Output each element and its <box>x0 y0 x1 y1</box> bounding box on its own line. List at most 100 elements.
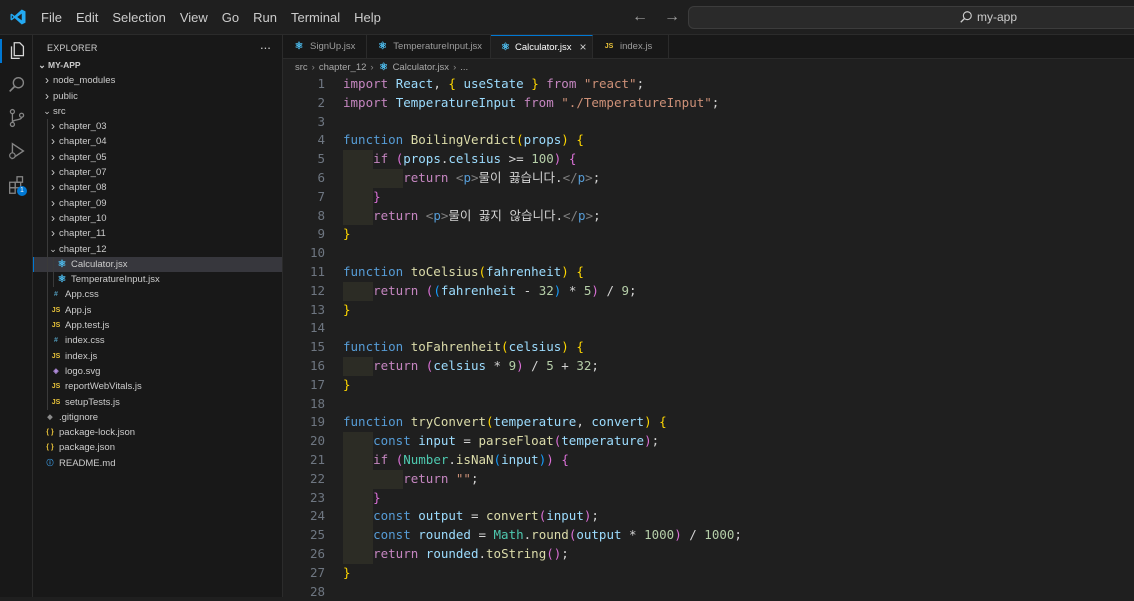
folder-item[interactable]: › chapter_07 <box>33 165 282 181</box>
tab-signup-jsx[interactable]: ⚛ SignUp.jsx <box>283 35 367 58</box>
code-token: convert <box>591 414 645 430</box>
folder-item[interactable]: › chapter_11 <box>33 226 282 242</box>
js-file-icon: JS <box>51 352 61 360</box>
workspace-root[interactable]: ⌄ MY-APP <box>33 58 282 73</box>
tab-calculator-jsx[interactable]: ⚛ Calculator.jsx × <box>491 35 593 58</box>
code-token: { <box>448 76 464 91</box>
folder-item[interactable]: › public <box>33 89 282 104</box>
file-item[interactable]: ◈ logo.svg <box>33 363 282 380</box>
source-control-icon[interactable] <box>6 107 28 129</box>
indent-guide <box>47 394 48 410</box>
search-icon <box>960 11 972 23</box>
code-token: } <box>343 226 351 242</box>
run-debug-icon[interactable] <box>6 140 28 162</box>
tab-index-js[interactable]: JS index.js <box>593 35 669 58</box>
chevron-right-icon: › <box>51 195 55 210</box>
close-icon[interactable]: × <box>579 40 586 54</box>
breadcrumb-symbol[interactable]: ... <box>460 62 468 73</box>
file-item[interactable]: JS App.test.js <box>33 318 282 334</box>
js-file-icon: JS <box>51 398 61 406</box>
code-line: 7 } <box>283 187 1134 207</box>
file-item[interactable]: # index.css <box>33 333 282 349</box>
line-number: 2 <box>317 94 325 110</box>
code-token: ; <box>591 508 599 524</box>
code-token: } <box>523 76 539 91</box>
folder-item[interactable]: › chapter_05 <box>33 149 282 166</box>
code-token: toFahrenheit <box>410 339 502 355</box>
breadcrumb-chapter[interactable]: chapter_12 <box>319 62 367 73</box>
folder-item[interactable]: › chapter_08 <box>33 180 282 196</box>
menu-terminal[interactable]: Terminal <box>284 0 347 35</box>
folder-item[interactable]: › chapter_04 <box>33 134 282 150</box>
code-editor[interactable]: 1 import React, { useState } from "react"… <box>283 74 1134 599</box>
code-token: isNaN <box>455 452 494 467</box>
line-number: 12 <box>309 282 325 298</box>
folder-item[interactable]: ⌄ src <box>33 104 282 119</box>
code-text: const rounded = Math.round(output * 1000… <box>343 526 742 545</box>
tree-item-label: index.js <box>65 350 98 362</box>
command-center[interactable]: my-app <box>688 6 1134 29</box>
tree-item-label: chapter_03 <box>59 121 107 133</box>
menu-view[interactable]: View <box>173 0 215 35</box>
menu-file[interactable]: File <box>34 0 69 35</box>
file-item[interactable]: ⚛ TemperatureInput.jsx <box>33 272 282 288</box>
code-line: 23 } <box>283 488 1134 508</box>
code-token: celsius <box>448 151 502 167</box>
code-line: 26 return rounded.toString(); <box>283 545 1134 564</box>
tree-item-label: setupTests.js <box>65 396 120 408</box>
code-token: "" <box>455 470 471 486</box>
menu-go[interactable]: Go <box>215 0 246 35</box>
code-token: ) <box>644 414 652 430</box>
code-text: } <box>343 376 351 395</box>
code-token: output <box>418 508 464 524</box>
forward-arrow-icon[interactable]: → <box>662 8 682 26</box>
line-number: 25 <box>309 527 325 543</box>
code-token: ) <box>546 452 554 467</box>
search-icon[interactable] <box>6 74 28 96</box>
tree-item-label: public <box>53 90 78 102</box>
code-token: ) <box>591 282 599 298</box>
file-item[interactable]: JS index.js <box>33 348 282 364</box>
folder-item[interactable]: › chapter_09 <box>33 195 282 211</box>
tab-temperatureinput-jsx[interactable]: ⚛ TemperatureInput.jsx <box>367 35 491 58</box>
file-item[interactable]: ⚛ Calculator.jsx <box>33 256 282 273</box>
breadcrumb-src[interactable]: src <box>295 62 308 73</box>
code-token: ( <box>493 452 502 467</box>
json-file-icon: { } <box>46 429 54 437</box>
menu-help[interactable]: Help <box>347 0 388 35</box>
folder-item[interactable]: › chapter_10 <box>33 210 282 227</box>
file-item[interactable]: { } package.json <box>33 440 282 455</box>
files-icon[interactable] <box>6 40 28 62</box>
folder-item[interactable]: › chapter_03 <box>33 119 282 135</box>
file-item[interactable]: # App.css <box>33 287 282 303</box>
code-token: return <box>403 470 456 486</box>
code-token: ) <box>561 264 569 279</box>
code-token: ( <box>516 132 524 148</box>
file-item[interactable]: ⓘ README.md <box>33 456 282 471</box>
code-token: toCelsius <box>410 264 479 279</box>
more-actions-icon[interactable]: ... <box>260 37 271 52</box>
breadcrumb-file[interactable]: Calculator.jsx <box>393 62 450 73</box>
file-item[interactable]: ◆ .gitignore <box>33 410 282 425</box>
code-token: toString <box>486 546 547 561</box>
vscode-logo-icon[interactable] <box>9 8 27 26</box>
file-item[interactable]: { } package-lock.json <box>33 425 282 440</box>
tree-item-label: App.css <box>65 289 99 301</box>
line-number: 17 <box>309 376 325 392</box>
menu-selection[interactable]: Selection <box>105 0 172 35</box>
file-item[interactable]: JS App.js <box>33 302 282 319</box>
menu-run[interactable]: Run <box>246 0 284 35</box>
code-token: Math <box>493 527 524 543</box>
code-line: 21 if (Number.isNaN(input)) { <box>283 451 1134 470</box>
file-item[interactable]: JS reportWebVitals.js <box>33 379 282 395</box>
react-file-icon: ⚛ <box>378 41 388 52</box>
folder-item[interactable]: ⌄ chapter_12 <box>33 241 282 257</box>
file-item[interactable]: JS setupTests.js <box>33 394 282 410</box>
back-arrow-icon[interactable]: ← <box>630 8 650 26</box>
folder-item[interactable]: › node_modules <box>33 73 282 88</box>
code-text: if (Number.isNaN(input)) { <box>343 451 569 470</box>
code-line: 3 <box>283 113 1134 132</box>
menu-edit[interactable]: Edit <box>69 0 105 35</box>
code-token: { <box>568 151 577 167</box>
